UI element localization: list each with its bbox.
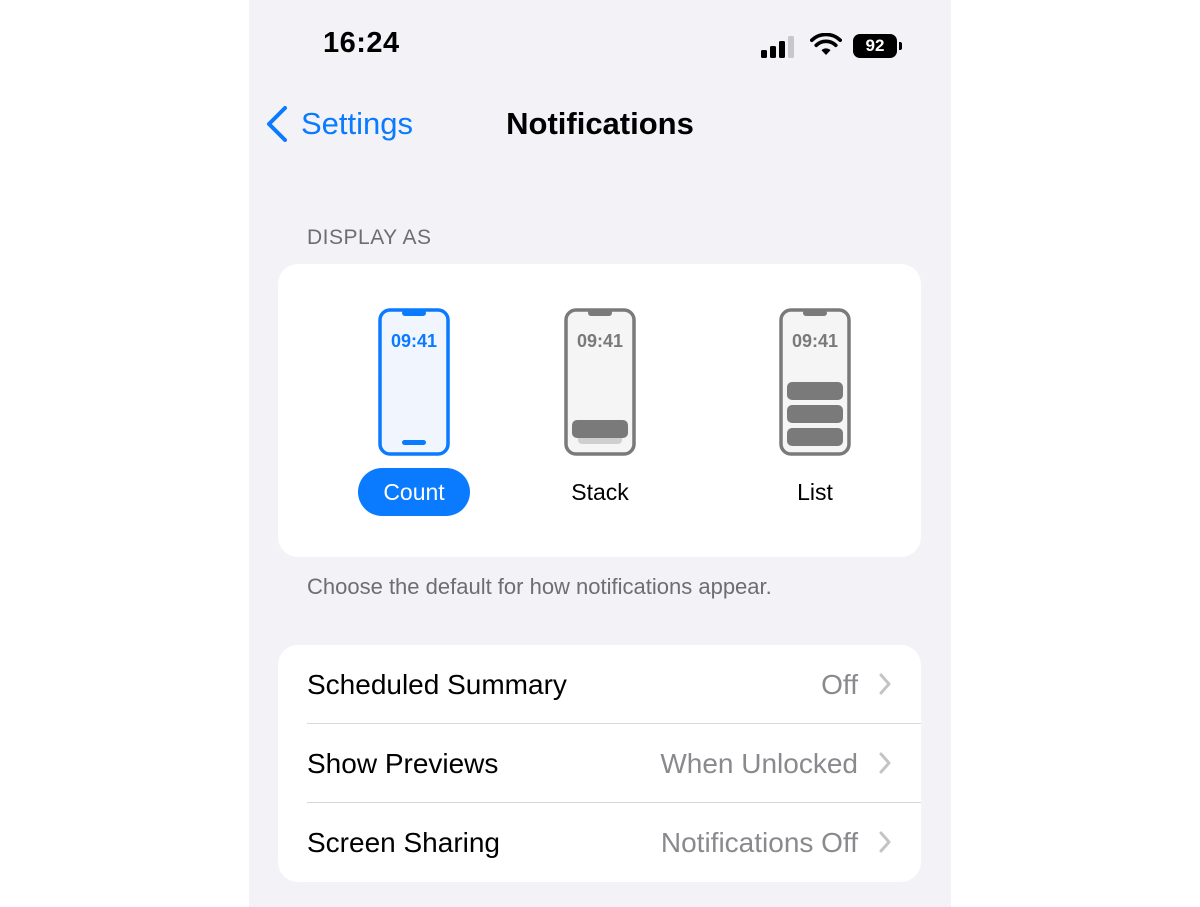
display-as-footer: Choose the default for how notifications… bbox=[307, 574, 772, 599]
display-as-card: 09:41 Count 09:41 Stack 09:41 List bbox=[278, 264, 921, 557]
status-time: 16:24 bbox=[323, 27, 400, 59]
display-option-stack[interactable]: 09:41 Stack bbox=[530, 308, 670, 528]
screen-sharing-row[interactable]: Screen Sharing Notifications Off bbox=[278, 803, 921, 882]
battery-icon: 92 bbox=[853, 34, 903, 58]
row-value: Notifications Off bbox=[660, 826, 858, 858]
chevron-right-icon bbox=[879, 831, 891, 853]
display-option-list[interactable]: 09:41 List bbox=[745, 308, 885, 528]
display-option-count[interactable]: 09:41 Count bbox=[344, 308, 484, 528]
phone-stack-icon: 09:41 bbox=[564, 308, 636, 456]
preview-time: 09:41 bbox=[577, 331, 623, 351]
display-as-header: DISPLAY AS bbox=[307, 226, 432, 249]
wifi-icon bbox=[810, 33, 842, 55]
page-title: Notifications bbox=[506, 106, 694, 141]
chevron-right-icon bbox=[879, 673, 891, 695]
row-label: Show Previews bbox=[307, 747, 499, 779]
display-option-count-label: Count bbox=[358, 468, 470, 516]
preview-time: 09:41 bbox=[792, 331, 838, 351]
notification-settings-list: Scheduled Summary Off Show Previews When… bbox=[278, 645, 921, 882]
preview-time: 09:41 bbox=[391, 331, 437, 351]
scheduled-summary-row[interactable]: Scheduled Summary Off bbox=[278, 645, 921, 724]
phone-list-icon: 09:41 bbox=[779, 308, 851, 456]
chevron-right-icon bbox=[879, 752, 891, 774]
row-value: When Unlocked bbox=[660, 747, 858, 779]
cellular-signal-icon bbox=[761, 34, 799, 58]
display-option-list-label: List bbox=[797, 478, 833, 505]
show-previews-row[interactable]: Show Previews When Unlocked bbox=[278, 724, 921, 803]
notifications-screen: 16:24 92 Settings Notifications DISPLAY … bbox=[249, 0, 951, 907]
row-label: Scheduled Summary bbox=[307, 668, 567, 700]
row-value: Off bbox=[821, 668, 858, 700]
row-label: Screen Sharing bbox=[307, 826, 501, 858]
display-option-stack-label: Stack bbox=[571, 478, 629, 505]
phone-count-icon: 09:41 bbox=[378, 308, 450, 456]
battery-level: 92 bbox=[853, 34, 897, 58]
